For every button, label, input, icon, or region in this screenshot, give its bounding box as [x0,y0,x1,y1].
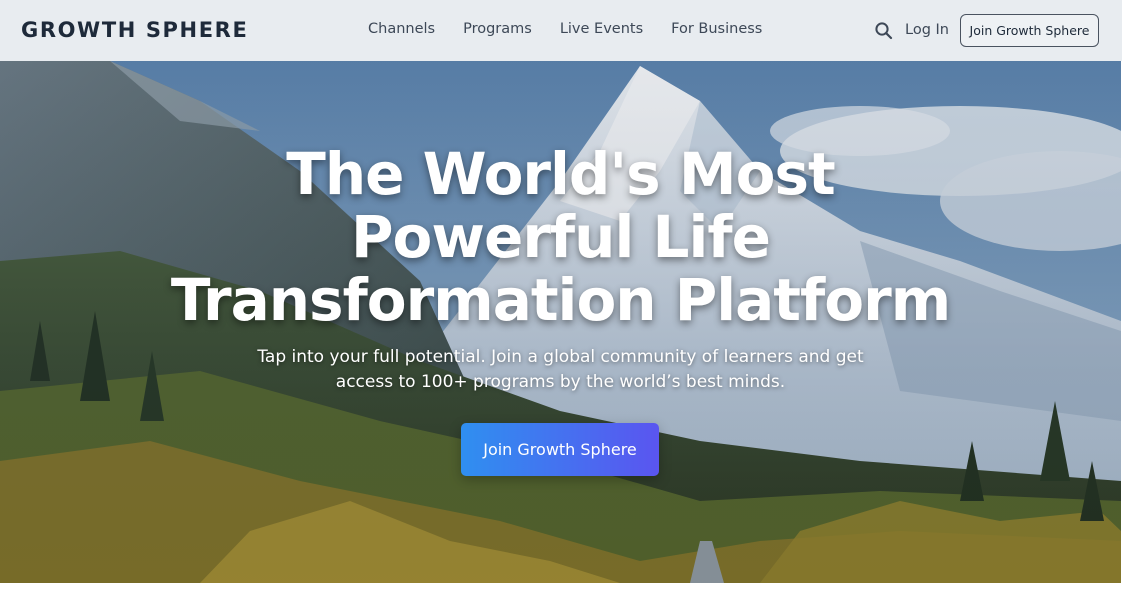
top-navbar: GROWTH SPHERE Channels Programs Live Eve… [0,0,1122,61]
headline-line-3: Transformation Platform [170,266,951,334]
search-icon[interactable] [874,21,894,41]
headline-line-1: The World's Most [286,140,835,208]
subtext-line-1: Tap into your full potential. Join a glo… [257,347,864,367]
nav-link-for-business[interactable]: For Business [671,21,762,37]
login-link[interactable]: Log In [905,22,949,38]
nav-link-programs[interactable]: Programs [463,21,532,37]
subtext-line-2: access to 100+ programs by the world’s b… [335,372,786,392]
header-join-button[interactable]: Join Growth Sphere [960,14,1099,47]
main-nav: Channels Programs Live Events For Busine… [368,21,762,37]
nav-link-live-events[interactable]: Live Events [560,21,643,37]
hero-section: The World's Most Powerful Life Transform… [0,61,1121,583]
site-logo[interactable]: GROWTH SPHERE [21,18,248,42]
hero-join-button[interactable]: Join Growth Sphere [461,423,659,476]
hero-subtext: Tap into your full potential. Join a glo… [0,345,1121,395]
headline-line-2: Powerful Life [351,203,771,271]
hero-headline: The World's Most Powerful Life Transform… [0,143,1121,332]
nav-link-channels[interactable]: Channels [368,21,435,37]
